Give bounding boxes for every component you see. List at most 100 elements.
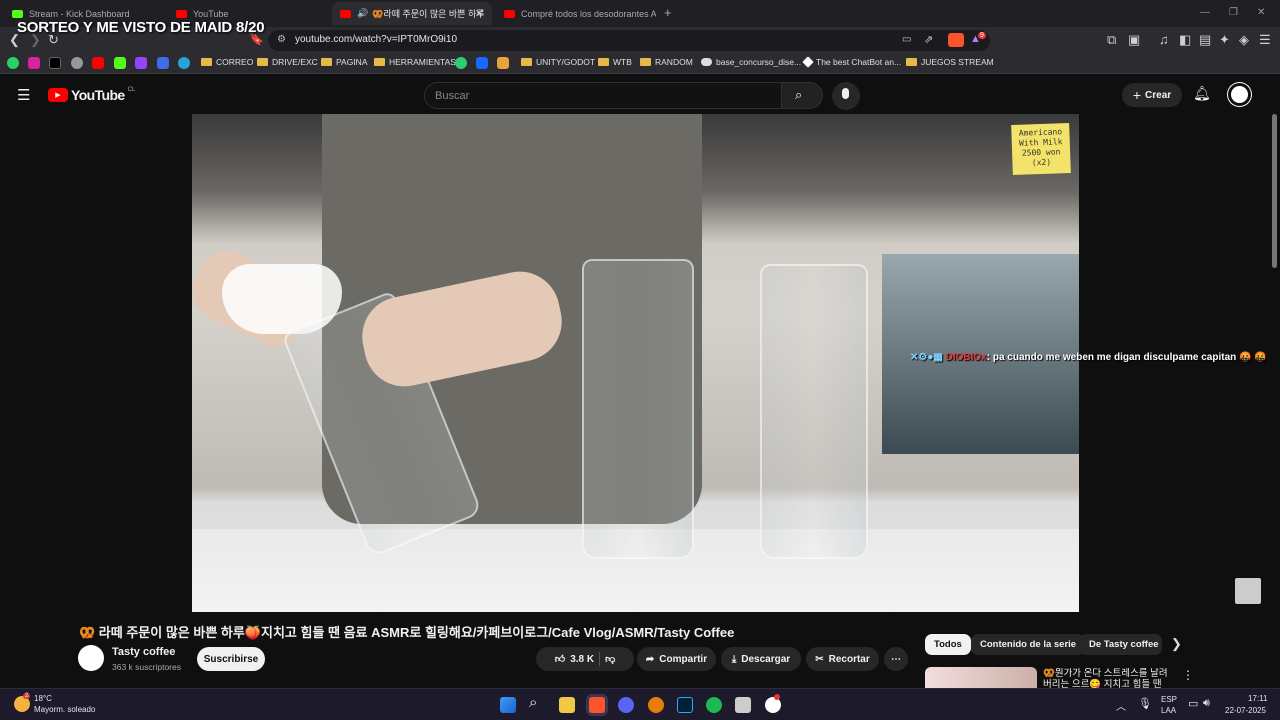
mic-tray-icon[interactable]: 🎙︎ [1138, 697, 1152, 710]
bookmark-chatbot[interactable]: The best ChatBot an... [802, 56, 901, 68]
channel-name[interactable]: Tasty coffee [112, 646, 175, 658]
chat-username: DIOBIOx [945, 352, 987, 363]
bookmark-folder-pagina[interactable]: PAGINA [321, 57, 368, 67]
search-input[interactable]: Buscar [424, 82, 782, 109]
download-button[interactable]: ⤓ Descargar [721, 647, 801, 671]
spotify-icon[interactable] [706, 697, 722, 713]
search-button[interactable]: ⌕ [781, 82, 823, 109]
paypal-icon[interactable] [157, 57, 169, 69]
related-video-thumbnail[interactable] [925, 667, 1037, 688]
misc-bookmark-icon[interactable] [497, 57, 509, 69]
twitch-icon[interactable] [135, 57, 147, 69]
bookmark-label: JUEGOS STREAM [921, 57, 994, 67]
related-video-title[interactable]: 🥨뭔가가 온다 스트레스를 날려 버리는 으르😋 지치고 힘들 땐 [1043, 668, 1177, 688]
sidebar-icon[interactable]: ◧ [1179, 32, 1191, 48]
bookmark-folder-juegos[interactable]: JUEGOS STREAM [906, 57, 994, 67]
chip-from-channel[interactable]: De Tasty coffee [1080, 634, 1162, 655]
address-bar[interactable]: ⚙ youtube.com/watch?v=IPT0MrO9i10 ▭ ⇗ ▲ … [268, 30, 990, 51]
vpn-icon[interactable]: ◈ [1239, 32, 1249, 48]
restore-icon[interactable]: ❐ [1229, 7, 1238, 18]
weather-desc: Mayorm. soleado [34, 705, 96, 714]
bookmark-folder-herramientas[interactable]: HERRAMIENTAS [374, 57, 456, 67]
site-info-icon[interactable]: ⚙ [277, 34, 286, 45]
chip-series[interactable]: Contenido de la serie [971, 634, 1086, 655]
site-icon [802, 56, 814, 68]
region-code: CL [127, 87, 136, 93]
close-tab-icon[interactable]: ✕ [475, 7, 484, 20]
more-actions-button[interactable]: ⋯ [884, 647, 908, 671]
close-window-icon[interactable]: ✕ [1257, 7, 1265, 18]
bookmark-folder-correo[interactable]: CORREO [201, 57, 253, 67]
extensions-icon[interactable]: ⧉ [1107, 32, 1116, 48]
x-icon[interactable] [49, 57, 61, 69]
taskbar-search-icon[interactable]: ⌕ [529, 694, 537, 711]
clip-button[interactable]: ✂ Recortar [806, 647, 879, 671]
chip-all[interactable]: Todos [925, 634, 971, 655]
search-placeholder: Buscar [435, 90, 470, 102]
channel-avatar[interactable] [78, 645, 104, 671]
discord-icon[interactable] [618, 697, 634, 713]
share-page-icon[interactable]: ⇗ [924, 33, 933, 46]
tray-chevron-up-icon[interactable]: ︿ [1116, 698, 1126, 713]
notifications-bell-icon[interactable]: 🔔︎ [1193, 85, 1211, 102]
channel-watermark[interactable] [1235, 578, 1261, 604]
bookmark-folder-wtb[interactable]: WTB [598, 57, 632, 67]
tab-current-video[interactable]: 🔊 🥨라떼 주문이 많은 바쁜 하루 ✕ [332, 2, 492, 25]
bookmark-folder-random[interactable]: RANDOM [640, 57, 693, 67]
related-more-icon[interactable]: ⋮ [1182, 668, 1194, 682]
instagram-icon[interactable] [28, 57, 40, 69]
video-player[interactable]: Americano With Milk 2500 won (x2) [192, 114, 1079, 612]
whatsapp-icon[interactable] [7, 57, 19, 69]
bookmark-label: RANDOM [655, 57, 693, 67]
create-button[interactable]: + Crear [1122, 83, 1182, 107]
apple-icon[interactable] [71, 57, 83, 69]
sheets-icon[interactable] [455, 57, 467, 69]
network-icon[interactable]: ▭ [1188, 697, 1198, 710]
account-avatar[interactable] [1228, 83, 1251, 106]
wallet-icon[interactable]: ▤ [1199, 32, 1211, 48]
leo-ai-icon[interactable]: ✦ [1219, 32, 1230, 48]
speaker-icon[interactable]: 🔊 [357, 8, 368, 19]
app-icon[interactable] [735, 697, 751, 713]
bookmark-label: WTB [613, 57, 632, 67]
language-indicator[interactable]: ESP [1161, 695, 1177, 704]
minimize-icon[interactable]: — [1200, 7, 1210, 18]
page-scrollbar[interactable] [1272, 114, 1277, 268]
youtube-logo[interactable]: ▶ YouTube CL [48, 87, 135, 103]
photoshop-icon[interactable] [677, 697, 693, 713]
new-tab-icon[interactable]: + [664, 5, 672, 20]
bookmark-folder-unity[interactable]: UNITY/GODOT [521, 57, 595, 67]
tab-label: 🥨라떼 주문이 많은 바쁜 하루 [372, 9, 485, 19]
weather-badge: 2 [23, 693, 31, 699]
tab-axe-video[interactable]: Compré todos los desodorantes Axe [496, 2, 656, 25]
share-button[interactable]: ➦ Compartir [637, 647, 716, 671]
youtube-bookmark-icon[interactable] [92, 57, 104, 69]
brave-shields-icon[interactable] [948, 33, 964, 47]
kick-bookmark-icon[interactable] [114, 57, 126, 69]
scissors-icon: ✂ [815, 653, 824, 665]
file-explorer-icon[interactable] [559, 697, 575, 713]
bookmark-label: HERRAMIENTAS [389, 57, 456, 67]
dislike-button[interactable]: 👎︎ [605, 653, 615, 665]
volume-icon[interactable]: 🔊︎ [1203, 697, 1210, 710]
bookmark-folder-drive[interactable]: DRIVE/EXC [257, 57, 318, 67]
telegram-icon[interactable] [178, 57, 190, 69]
logo-text: YouTube [71, 87, 125, 103]
like-button[interactable]: 👍︎ 3.8 K [555, 653, 594, 666]
voice-search-button[interactable] [832, 82, 860, 110]
subscribe-button[interactable]: Suscribirse [197, 647, 265, 671]
url-text: youtube.com/watch?v=IPT0MrO9i10 [295, 34, 458, 45]
wallet-extension-icon[interactable]: ▣ [1128, 32, 1140, 48]
cast-icon[interactable]: ▭ [902, 34, 911, 45]
blender-icon[interactable] [648, 697, 664, 713]
clock-date[interactable]: 22-07-2025 [1225, 706, 1266, 715]
chevron-right-icon[interactable]: ❯ [1171, 636, 1182, 652]
brave-icon[interactable] [589, 697, 605, 713]
menu-icon[interactable]: ☰ [1259, 32, 1271, 48]
start-icon[interactable] [500, 697, 516, 713]
behance-icon[interactable] [476, 57, 488, 69]
clock-time[interactable]: 17:11 [1248, 694, 1267, 703]
media-icon[interactable]: ♫ [1159, 32, 1169, 47]
bookmark-base-concurso[interactable]: base_concurso_dise... [701, 57, 801, 67]
guide-menu-icon[interactable]: ☰ [17, 86, 30, 104]
